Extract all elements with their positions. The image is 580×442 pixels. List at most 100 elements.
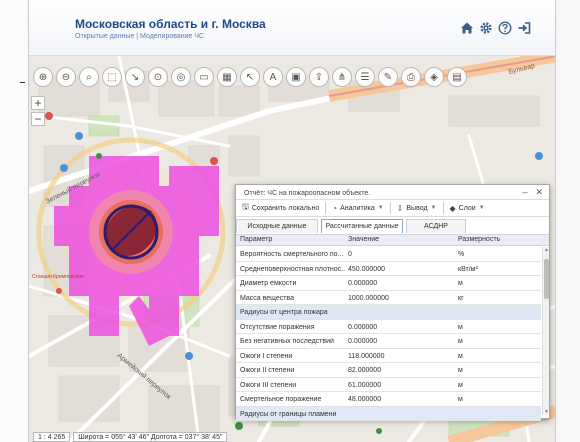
print-icon[interactable]: ⎙ <box>401 67 421 87</box>
scroll-up-icon[interactable]: ▲ <box>544 247 549 253</box>
cell-value: 0 <box>348 251 352 258</box>
chevron-down-icon: ▼ <box>478 205 485 211</box>
table-row[interactable]: Диаметр емкости 0.000000 м <box>236 276 541 291</box>
output-icon: ⇩ <box>396 203 404 213</box>
tab-calculated-data[interactable]: Рассчитанные данные <box>321 219 403 233</box>
cell-param: Вероятность смертельного по... <box>240 251 344 258</box>
zoom-select-icon[interactable]: ⬚ <box>102 67 122 87</box>
toolbar-separator <box>325 202 327 214</box>
clipboard-icon[interactable]: ▤ <box>447 67 467 87</box>
share-icon[interactable]: ⋔ <box>332 67 352 87</box>
scroll-down-icon[interactable]: ▼ <box>544 409 549 415</box>
grid-icon[interactable]: ▦ <box>217 67 237 87</box>
cell-unit: м <box>458 338 463 345</box>
tab-input-data[interactable]: Исходные данные <box>236 219 318 233</box>
table-row[interactable]: Без негативных последствий 0.000000 м <box>236 334 541 349</box>
cell-unit: м <box>458 381 463 389</box>
output-button[interactable]: ⇩ Вывод ▼ <box>397 204 437 213</box>
save-local-button[interactable]: 🖫 Сохранить локально <box>242 201 319 215</box>
table-group-row[interactable]: Радиусы от границы пламени <box>236 406 541 421</box>
layers-button[interactable]: ◆ Слои ▼ <box>450 204 485 213</box>
cursor-icon[interactable]: ↖ <box>240 67 260 87</box>
help-icon[interactable] <box>498 21 512 35</box>
layers-icon: ◆ <box>449 203 456 213</box>
cell-param: Ожоги II степени <box>240 367 295 374</box>
home-icon[interactable] <box>460 21 474 35</box>
cell-param: Смертельное поражение <box>240 396 322 403</box>
map-toolbar: ⊕ ⊖ ⌕ ⬚ ↘ ⊙ ◎ ▭ ▦ ↖ A ▣ ⇪ ⋔ ☰ ✎ ⎙ ◈ ▤ <box>33 67 467 87</box>
column-header-value[interactable]: Значение <box>348 236 448 243</box>
table-row[interactable]: Отсутствие поражения 0.000000 м <box>236 320 541 334</box>
zoom-in-box-icon[interactable]: ⊕ <box>33 67 53 87</box>
tab-asdnr[interactable]: АСДНР <box>406 219 466 233</box>
group-label: Радиусы от границы пламени <box>240 410 337 418</box>
cell-value: 82.000000 <box>348 367 382 374</box>
dialog-controls: – ✕ <box>522 187 543 198</box>
table-scrollbar[interactable]: ▲ ▼ <box>542 247 549 415</box>
upload-icon[interactable]: ⇪ <box>309 67 329 87</box>
save-icon: 🖫 <box>242 202 249 211</box>
table-row[interactable]: Ожоги I степени 118.000000 м <box>236 349 541 363</box>
map-scale: 1 : 4 265 <box>33 432 71 442</box>
app-window: Московская область и г. Москва Открытые … <box>28 0 556 442</box>
zoom-out-box-icon[interactable]: ⊖ <box>56 67 76 87</box>
table-row[interactable]: Масса вещества 1000.000000 кг <box>236 291 541 305</box>
gear-icon[interactable] <box>479 21 493 35</box>
cell-value: 1000.000000 <box>348 294 389 302</box>
table-row[interactable]: Вероятность смертельного по... 0% <box>236 247 541 262</box>
analytics-label: Аналитика <box>340 204 375 212</box>
chevron-down-icon: ▼ <box>430 205 437 211</box>
cell-value: 0.000000 <box>348 338 378 345</box>
cell-param: Среднеповерхностная плотнос... <box>240 265 346 273</box>
status-bar: 1 : 4 265 Широта = 055° 43' 46" Долгота … <box>33 432 228 442</box>
table-row[interactable]: Ожоги II степени 82.000000 м <box>236 363 541 378</box>
table-body: Вероятность смертельного по... 0% Среднеп… <box>236 247 541 421</box>
image-icon[interactable]: ▣ <box>286 67 306 87</box>
zoom-out-button[interactable]: − <box>31 112 45 126</box>
right-margin <box>556 0 580 442</box>
minimize-icon[interactable]: – <box>522 187 527 198</box>
cell-param: Диаметр емкости <box>240 280 297 287</box>
zoom-icon[interactable]: ⊙ <box>148 67 168 87</box>
column-header-unit[interactable]: Размерность <box>458 236 538 243</box>
app-title: Московская область и г. Москва <box>75 17 266 31</box>
table-row[interactable]: Среднеповерхностная плотнос... 450.000000… <box>236 262 541 276</box>
list-icon[interactable]: ☰ <box>355 67 375 87</box>
text-tool-icon[interactable]: A <box>263 67 283 87</box>
target-icon[interactable]: ◎ <box>171 67 191 87</box>
chevron-down-icon: ▼ <box>377 205 384 211</box>
dialog-tabs: Исходные данные Рассчитанные данные АСДН… <box>236 219 549 233</box>
scrollbar-thumb[interactable] <box>544 259 549 299</box>
table-row[interactable]: Ожоги III степени 61.000000 м <box>236 378 541 392</box>
cell-unit: м <box>458 367 463 374</box>
map-view[interactable]: Зеленый переулок Армейский переулок Буль… <box>29 56 555 442</box>
cell-param: Масса вещества <box>240 294 294 302</box>
measure-icon[interactable]: ↘ <box>125 67 145 87</box>
output-label: Вывод <box>406 204 428 212</box>
column-header-param[interactable]: Параметр <box>240 236 346 243</box>
pencil-icon[interactable]: ✎ <box>378 67 398 87</box>
cell-value: 0.000000 <box>348 280 378 287</box>
header-actions <box>460 21 531 35</box>
app-header: Московская область и г. Москва Открытые … <box>29 0 555 56</box>
cell-unit: м <box>458 396 463 403</box>
analytics-button[interactable]: ◔ Аналитика ▼ <box>332 204 383 213</box>
cell-unit: % <box>458 251 465 258</box>
margin-tick <box>20 82 25 83</box>
zoom-in-button[interactable]: + <box>31 96 45 110</box>
cell-param: Без негативных последствий <box>240 338 334 345</box>
table-row[interactable]: Смертельное поражение 48.000000 м <box>236 392 541 407</box>
close-icon[interactable]: ✕ <box>535 187 543 198</box>
station-label: Станция Кремлевская <box>32 274 84 280</box>
brand[interactable]: Московская область и г. Москва Открытые … <box>75 17 266 40</box>
table-group-row[interactable]: Радиусы от центра пожара <box>236 305 541 320</box>
layers-label: Слои <box>458 204 476 212</box>
toolbar-separator <box>442 202 444 214</box>
layers-icon[interactable]: ◈ <box>424 67 444 87</box>
toolbar-separator <box>389 202 391 214</box>
group-label: Радиусы от центра пожара <box>240 309 328 316</box>
search-icon[interactable]: ⌕ <box>79 67 99 87</box>
cell-unit: кВт/м² <box>458 265 478 273</box>
ruler-icon[interactable]: ▭ <box>194 67 214 87</box>
logout-icon[interactable] <box>517 21 531 35</box>
